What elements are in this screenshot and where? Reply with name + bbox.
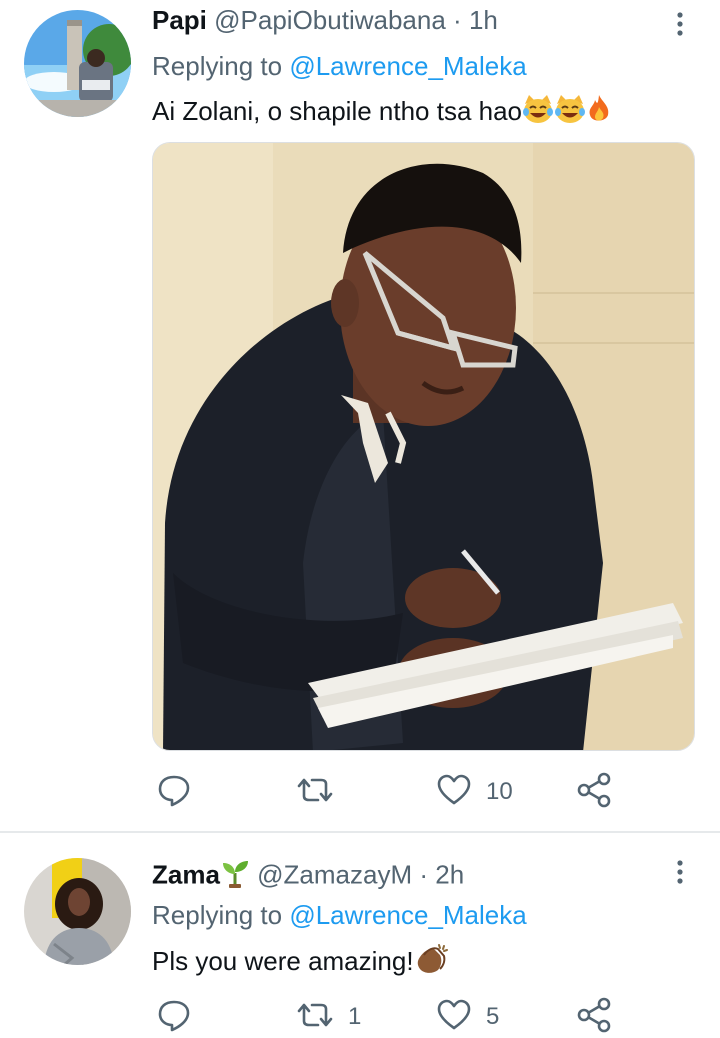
retweet-count: 1 xyxy=(348,1003,362,1030)
seedling-emoji xyxy=(220,858,250,895)
mention-link[interactable]: @Lawrence_Maleka xyxy=(289,900,526,930)
tweet-2[interactable]: Zama @ZamazayM · 2h Replying to @Lawrenc… xyxy=(0,833,720,1036)
cat-tears-of-joy-emoji xyxy=(522,94,554,132)
like-count: 5 xyxy=(486,1003,500,1030)
display-name[interactable]: Papi xyxy=(152,5,207,35)
separator: · xyxy=(453,5,462,35)
share-icon xyxy=(576,997,612,1038)
user-handle[interactable]: @PapiObutiwabana xyxy=(214,5,446,35)
timestamp[interactable]: 1h xyxy=(469,5,498,35)
tweet-header: Zama @ZamazayM · 2h xyxy=(152,858,464,895)
share-button[interactable] xyxy=(576,772,612,812)
user-handle[interactable]: @ZamazayM xyxy=(257,859,412,889)
like-button[interactable]: 5 xyxy=(436,997,499,1037)
retweet-icon xyxy=(296,997,334,1038)
display-name[interactable]: Zama xyxy=(152,859,220,889)
like-button[interactable]: 10 xyxy=(436,772,513,812)
heart-icon xyxy=(436,997,472,1038)
more-vertical-icon[interactable] xyxy=(668,858,692,888)
avatar[interactable] xyxy=(24,858,131,965)
clapping-hands-emoji xyxy=(414,943,450,983)
replying-to: Replying to @Lawrence_Maleka xyxy=(152,899,527,931)
replying-to: Replying to @Lawrence_Maleka xyxy=(152,50,527,82)
tweet-text-content: Ai Zolani, o shapile ntho tsa hao xyxy=(152,96,523,126)
retweet-icon xyxy=(296,772,334,813)
separator: · xyxy=(419,859,429,890)
replying-prefix: Replying to xyxy=(152,900,283,930)
tweet-text: Ai Zolani, o shapile ntho tsa hao xyxy=(152,94,612,132)
timestamp[interactable]: 2h xyxy=(435,859,464,889)
tweet-header: Papi @PapiObutiwabana · 1h xyxy=(152,4,498,36)
tweet-1[interactable]: Papi @PapiObutiwabana · 1h Replying to @… xyxy=(0,0,720,830)
tweet-image[interactable] xyxy=(152,142,695,751)
avatar[interactable] xyxy=(24,10,131,117)
share-icon xyxy=(576,772,612,813)
more-vertical-icon[interactable] xyxy=(668,10,692,40)
heart-icon xyxy=(436,772,472,813)
cat-tears-of-joy-emoji xyxy=(554,94,586,132)
tweet-actions: 10 xyxy=(152,772,622,812)
fire-emoji xyxy=(586,94,612,132)
share-button[interactable] xyxy=(576,997,612,1037)
tweet-text: Pls you were amazing! xyxy=(152,943,450,983)
reply-button[interactable] xyxy=(156,997,206,1037)
tweet-text-content: Pls you were amazing! xyxy=(152,945,414,976)
mention-link[interactable]: @Lawrence_Maleka xyxy=(289,51,526,81)
like-count: 10 xyxy=(486,778,513,805)
tweet-actions: 1 5 xyxy=(152,997,622,1037)
replying-prefix: Replying to xyxy=(152,51,283,81)
reply-button[interactable] xyxy=(156,772,206,812)
reply-icon xyxy=(156,997,192,1038)
retweet-button[interactable] xyxy=(296,772,348,812)
reply-icon xyxy=(156,772,192,813)
retweet-button[interactable]: 1 xyxy=(296,997,361,1037)
